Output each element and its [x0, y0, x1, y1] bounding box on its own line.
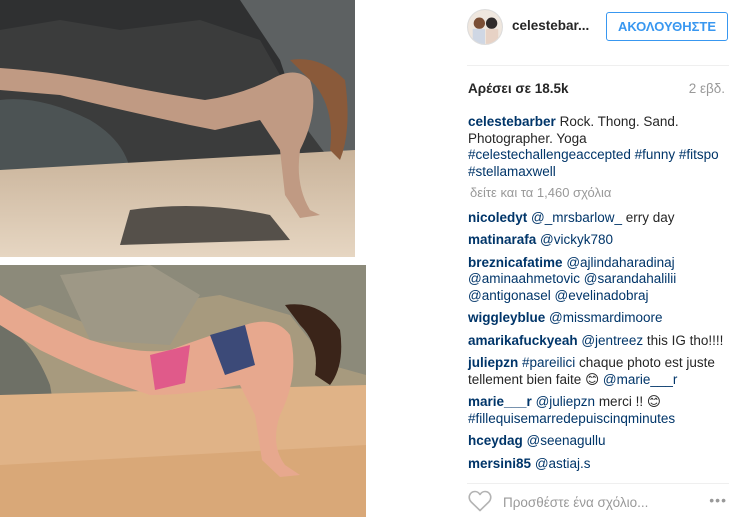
comment-mention[interactable]: @marie___r: [603, 372, 677, 387]
comment-mention[interactable]: @missmardimoore: [549, 310, 662, 325]
comment-username[interactable]: nicoledyt: [468, 210, 527, 225]
comment-username[interactable]: breznicafatime: [468, 255, 563, 270]
comment-item: mersini85 @astiaj.s: [468, 456, 730, 473]
comment-item: juliepzn #pareilici chaque photo est jus…: [468, 355, 730, 388]
comment-hashtag[interactable]: #fillequisemarredepuiscinqminutes: [468, 411, 675, 426]
comment-username[interactable]: marie___r: [468, 394, 532, 409]
comment-mention[interactable]: @vickyk780: [540, 232, 613, 247]
comment-mention[interactable]: @seenagullu: [527, 433, 606, 448]
divider: [467, 65, 729, 66]
add-comment-input[interactable]: [503, 495, 693, 510]
caption-hashtags[interactable]: #celestechallengeaccepted #funny #fitspo…: [468, 147, 719, 179]
follow-button[interactable]: ΑΚΟΛΟΥΘΗΣΤΕ: [606, 12, 728, 41]
comment-username[interactable]: wiggleyblue: [468, 310, 545, 325]
comment-item: nicoledyt @_mrsbarlow_ erry day: [468, 210, 730, 227]
comment-item: amarikafuckyeah @jentreez this IG tho!!!…: [468, 333, 730, 350]
comment-text: merci !! 😊: [595, 394, 661, 409]
comment-mention[interactable]: @juliepzn: [536, 394, 595, 409]
avatar[interactable]: [467, 9, 503, 45]
view-all-comments-link[interactable]: δείτε και τα 1,460 σχόλια: [470, 185, 730, 202]
comment-username[interactable]: hceydag: [468, 433, 523, 448]
post-author-username[interactable]: celestebar...: [512, 18, 589, 33]
comment-mention[interactable]: @astiaj.s: [535, 456, 591, 471]
comment-text: erry day: [622, 209, 675, 225]
comment-mention[interactable]: @jentreez: [581, 333, 643, 348]
comment-text: this IG tho!!!!: [643, 332, 724, 348]
post-timestamp[interactable]: 2 εβδ.: [689, 81, 725, 96]
comment-username[interactable]: amarikafuckyeah: [468, 333, 578, 348]
post-photo-original: [0, 0, 355, 257]
post-caption: celestebarber Rock. Thong. Sand. Photogr…: [468, 114, 730, 180]
comment-item: hceydag @seenagullu: [468, 433, 730, 450]
comment-username[interactable]: mersini85: [468, 456, 531, 471]
comment-mention[interactable]: @_mrsbarlow_: [531, 210, 622, 225]
comment-item: wiggleyblue @missmardimoore: [468, 310, 730, 327]
post-sidebar: celestebar... ΑΚΟΛΟΥΘΗΣΤΕ Αρέσει σε 18.5…: [455, 0, 735, 517]
post-header: celestebar... ΑΚΟΛΟΥΘΗΣΤΕ: [455, 0, 735, 56]
divider: [467, 483, 729, 484]
comment-hashtag[interactable]: #pareilici: [522, 355, 575, 370]
comment-username[interactable]: juliepzn: [468, 355, 518, 370]
comment-username[interactable]: matinarafa: [468, 232, 536, 247]
comment-item: matinarafa @vickyk780: [468, 232, 730, 249]
comment-item: marie___r @juliepzn merci !! 😊 #fillequi…: [468, 394, 730, 427]
caption-username[interactable]: celestebarber: [468, 114, 556, 129]
likes-count[interactable]: Αρέσει σε 18.5k: [468, 81, 569, 96]
comments-list: celestebarber Rock. Thong. Sand. Photogr…: [468, 114, 730, 478]
comment-bar: •••: [455, 486, 735, 517]
more-options-icon[interactable]: •••: [709, 492, 727, 508]
post-media: [0, 0, 370, 517]
comment-item: breznicafatime @ajlindaharadinaj @aminaa…: [468, 255, 730, 305]
post-photo-parody: [0, 265, 366, 517]
heart-outline-icon[interactable]: [468, 490, 492, 512]
